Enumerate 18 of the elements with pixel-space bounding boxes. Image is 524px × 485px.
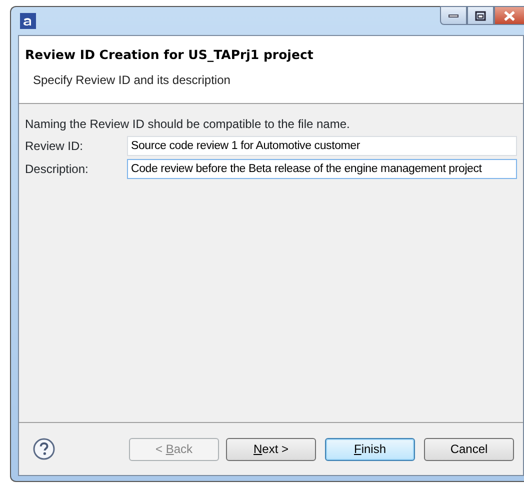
maximize-icon [473,10,488,22]
help-icon[interactable] [33,438,55,460]
finish-button[interactable]: Finish [325,438,415,460]
text-field[interactable]: Code review before the Beta release of the engine management project [127,159,517,179]
minimize-icon [448,14,459,18]
close-button[interactable] [494,6,524,25]
hint-text: Naming the Review ID should be compatible to the file name. [25,117,350,131]
minimize-button[interactable] [440,6,467,25]
field-label: Review ID: [25,138,84,155]
app-icon [20,13,36,29]
next-button[interactable]: Next > [226,438,316,460]
text-field[interactable]: Source code review 1 for Automotive customer [127,136,517,156]
field-label: Description: [25,161,90,178]
close-icon [502,10,517,22]
cancel-button[interactable]: Cancel [424,438,514,460]
dialog-subtitle: Specify Review ID and its description [33,72,232,89]
dialog-title: Review ID Creation for US_TAPrj1 project [25,46,314,64]
maximize-button[interactable] [467,6,494,25]
